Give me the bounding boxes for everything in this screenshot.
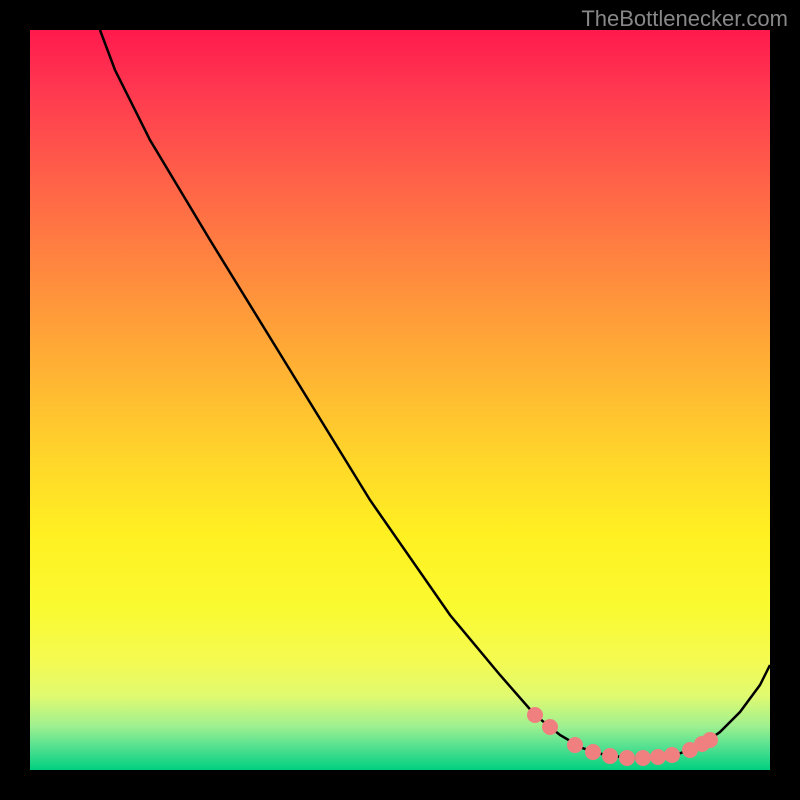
marker-point [567,737,583,753]
chart-svg [30,30,770,770]
marker-point [619,750,635,766]
curve-markers [527,707,718,766]
attribution-text: TheBottlenecker.com [581,6,788,32]
bottleneck-curve [100,30,770,758]
marker-point [650,749,666,765]
marker-point [635,750,651,766]
marker-point [664,747,680,763]
marker-point [542,719,558,735]
marker-point [602,748,618,764]
plot-area [30,30,770,770]
marker-point [702,732,718,748]
marker-point [527,707,543,723]
marker-point [585,744,601,760]
